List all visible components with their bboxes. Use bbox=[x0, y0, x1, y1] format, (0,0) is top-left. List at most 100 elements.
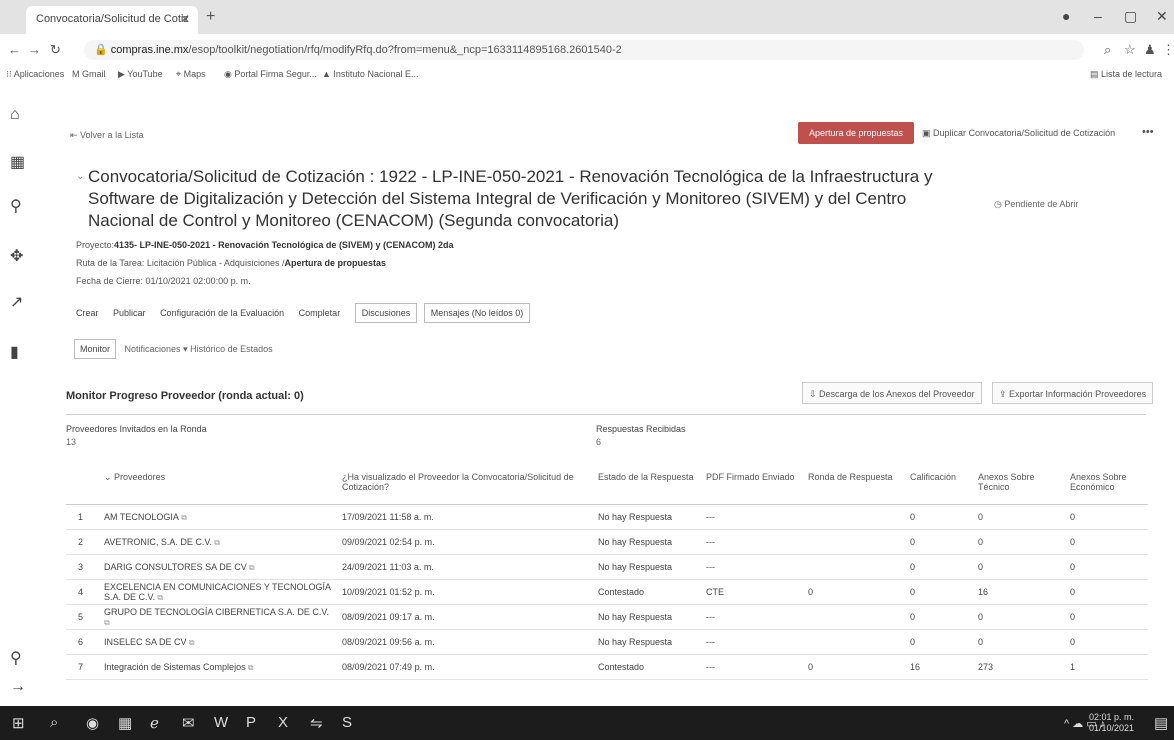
forward-icon[interactable]: → bbox=[28, 42, 41, 57]
subtab-notificaciones[interactable]: Notificaciones bbox=[125, 344, 181, 354]
supplier-name[interactable]: AVETRONIC, S.A. DE C.V. ⧉ bbox=[100, 529, 338, 555]
external-link-icon[interactable]: ⧉ bbox=[247, 563, 255, 572]
tab-crear[interactable]: Crear bbox=[76, 308, 99, 318]
response-status: No hay Respuesta bbox=[594, 629, 702, 655]
bookmark-portal[interactable]: ◉ Portal Firma Segur... bbox=[224, 69, 317, 80]
subtab-historico[interactable]: Histórico de Estados bbox=[190, 344, 273, 354]
zoom-icon[interactable]: ⌕ bbox=[1104, 42, 1111, 58]
technical-annexes: 273 bbox=[974, 654, 1066, 680]
search-icon[interactable]: ⚲ bbox=[10, 648, 22, 668]
tab-publicar[interactable]: Publicar bbox=[113, 308, 146, 318]
economic-annexes: 0 bbox=[1066, 579, 1148, 605]
external-link-icon[interactable]: ⧉ bbox=[155, 593, 163, 602]
close-window-icon[interactable]: ✕ bbox=[1156, 8, 1168, 25]
tab-mensajes[interactable]: Mensajes (No leídos 0) bbox=[423, 303, 531, 323]
home-icon[interactable]: ⌂ bbox=[10, 106, 20, 124]
supplier-name[interactable]: INSELEC SA DE CV ⧉ bbox=[100, 629, 338, 655]
tab-completar[interactable]: Completar bbox=[299, 308, 341, 318]
back-icon[interactable]: ← bbox=[8, 42, 21, 57]
back-to-list-link[interactable]: ⇤ Volver a la Lista bbox=[70, 130, 144, 141]
supplier-name[interactable]: GRUPO DE TECNOLOGÍA CIBERNETICA S.A. DE … bbox=[100, 604, 338, 630]
star-icon[interactable]: ☆ bbox=[1124, 42, 1136, 58]
duplicate-link[interactable]: ▣ Duplicar Convocatoria/Solicitud de Cot… bbox=[922, 128, 1115, 139]
viewed-date: 08/09/2021 09:17 a. m. bbox=[338, 604, 594, 630]
status-badge: ◷ Pendiente de Abrir bbox=[994, 199, 1079, 209]
bookmark-ine[interactable]: ▲ Instituto Nacional E... bbox=[322, 69, 418, 79]
tab-title: Convocatoria/Solicitud de Cotiz bbox=[36, 13, 189, 25]
response-round: 0 bbox=[804, 654, 906, 680]
bookmarks-bar: ⁝⁝ Aplicaciones M Gmail ▶ YouTube ⌖ Maps… bbox=[0, 64, 1174, 87]
network-app-icon[interactable]: ⇋ bbox=[310, 714, 323, 732]
suppliers-icon[interactable]: ✥ bbox=[10, 246, 23, 266]
notifications-icon[interactable]: ▤ bbox=[1154, 714, 1168, 732]
external-link-icon[interactable]: ⧉ bbox=[179, 513, 187, 522]
response-status: Contestado bbox=[594, 579, 702, 605]
minimize-icon[interactable]: – bbox=[1094, 8, 1102, 24]
maximize-icon[interactable]: ▢ bbox=[1124, 8, 1137, 25]
supplier-name[interactable]: EXCELENCIA EN COMUNICACIONES Y TECNOLOGÍ… bbox=[100, 579, 338, 605]
economic-annexes: 0 bbox=[1066, 554, 1148, 580]
dashboard-icon[interactable]: ▦ bbox=[10, 152, 25, 172]
chevron-down-icon[interactable]: ⌄ bbox=[76, 166, 84, 188]
export-suppliers-button[interactable]: ⇪ Exportar Información Proveedores bbox=[992, 382, 1154, 404]
account-icon[interactable]: ♟ bbox=[1144, 42, 1156, 58]
edge-icon[interactable]: ℯ bbox=[150, 714, 159, 732]
clock[interactable]: 02:01 p. m. 01/10/2021 bbox=[1089, 712, 1134, 734]
powerpoint-icon[interactable]: P bbox=[246, 714, 256, 731]
menu-icon[interactable]: ⋮ bbox=[1162, 42, 1174, 58]
table-header: ⌄ Proveedores ¿Ha visualizado el Proveed… bbox=[66, 466, 1148, 505]
external-link-icon[interactable]: ⧉ bbox=[246, 663, 254, 672]
economic-annexes: 0 bbox=[1066, 529, 1148, 555]
profile-icon[interactable]: ● bbox=[1062, 8, 1070, 24]
supplier-name[interactable]: Integración de Sistemas Complejos ⧉ bbox=[100, 654, 338, 680]
browser-tab[interactable]: Convocatoria/Solicitud de Cotiz ✕ bbox=[26, 6, 198, 34]
bookmark-youtube[interactable]: ▶ YouTube bbox=[118, 69, 163, 80]
header-anexos-economico: Anexos Sobre Económico bbox=[1066, 466, 1148, 505]
tab-discusiones[interactable]: Discusiones bbox=[354, 303, 418, 323]
download-annexes-button[interactable]: ⇩ Descarga de los Anexos del Proveedor bbox=[802, 382, 982, 404]
sourcing-icon[interactable]: ⚲ bbox=[10, 196, 22, 216]
outlook-icon[interactable]: ✉ bbox=[182, 714, 195, 732]
url-path: /esop/toolkit/negotiation/rfq/modifyRfq.… bbox=[188, 44, 622, 56]
header-pdf: PDF Firmado Enviado bbox=[702, 466, 804, 505]
response-status: No hay Respuesta bbox=[594, 504, 702, 530]
external-link-icon[interactable]: ⧉ bbox=[212, 538, 220, 547]
table-row: 2 AVETRONIC, S.A. DE C.V. ⧉ 09/09/2021 02:… bbox=[66, 529, 1148, 555]
search-icon[interactable]: ⌕ bbox=[50, 714, 58, 731]
bookmark-maps[interactable]: ⌖ Maps bbox=[176, 69, 206, 80]
subtab-monitor[interactable]: Monitor bbox=[74, 339, 117, 359]
analytics-icon[interactable]: ↗ bbox=[10, 292, 23, 312]
windows-start-icon[interactable]: ⊞ bbox=[12, 714, 25, 732]
excel-icon[interactable]: X bbox=[278, 714, 288, 731]
new-tab-icon[interactable]: + bbox=[206, 8, 215, 26]
chrome-icon[interactable]: ◉ bbox=[86, 714, 99, 732]
url-host: compras.ine.mx bbox=[110, 44, 189, 56]
external-link-icon[interactable]: ⧉ bbox=[104, 618, 110, 627]
external-link-icon[interactable]: ⧉ bbox=[187, 638, 195, 647]
bookmark-apps[interactable]: ⁝⁝ Aplicaciones bbox=[6, 69, 64, 80]
documents-icon[interactable]: ▮ bbox=[10, 342, 19, 362]
header-proveedores[interactable]: ⌄ Proveedores bbox=[100, 466, 338, 505]
supplier-name[interactable]: AM TECNOLOGIA ⧉ bbox=[100, 504, 338, 530]
more-options-icon[interactable]: ••• bbox=[1142, 126, 1154, 138]
url-field[interactable]: 🔒 compras.ine.mx/esop/toolkit/negotiatio… bbox=[84, 40, 1084, 60]
row-index: 2 bbox=[66, 529, 100, 555]
score: 0 bbox=[906, 579, 974, 605]
explorer-icon[interactable]: ▦ bbox=[118, 714, 132, 732]
header-estado: Estado de la Respuesta bbox=[594, 466, 702, 505]
row-index: 1 bbox=[66, 504, 100, 530]
main-content: ⇤ Volver a la Lista Apertura de propuest… bbox=[40, 86, 1174, 706]
reload-icon[interactable]: ↻ bbox=[50, 42, 61, 58]
skype-icon[interactable]: S bbox=[342, 714, 352, 731]
project-line: Proyecto:4135- LP-INE-050-2021 - Renovac… bbox=[76, 240, 454, 250]
expand-icon[interactable]: → bbox=[10, 678, 26, 696]
close-tab-icon[interactable]: ✕ bbox=[180, 6, 190, 32]
apertura-button[interactable]: Apertura de propuestas bbox=[798, 122, 914, 144]
supplier-name[interactable]: DARIG CONSULTORES SA DE CV ⧉ bbox=[100, 554, 338, 580]
word-icon[interactable]: W bbox=[214, 714, 228, 731]
bookmark-gmail[interactable]: M Gmail bbox=[72, 69, 106, 79]
technical-annexes: 0 bbox=[974, 529, 1066, 555]
reading-list[interactable]: ▤ Lista de lectura bbox=[1090, 69, 1162, 80]
tab-configuracion[interactable]: Configuración de la Evaluación bbox=[160, 308, 284, 318]
os-taskbar: ⊞ ⌕ ◉ ▦ ℯ ✉ W P X ⇋ S ^ ☁ ▭ ♪ 02:01 p. m… bbox=[0, 706, 1174, 740]
